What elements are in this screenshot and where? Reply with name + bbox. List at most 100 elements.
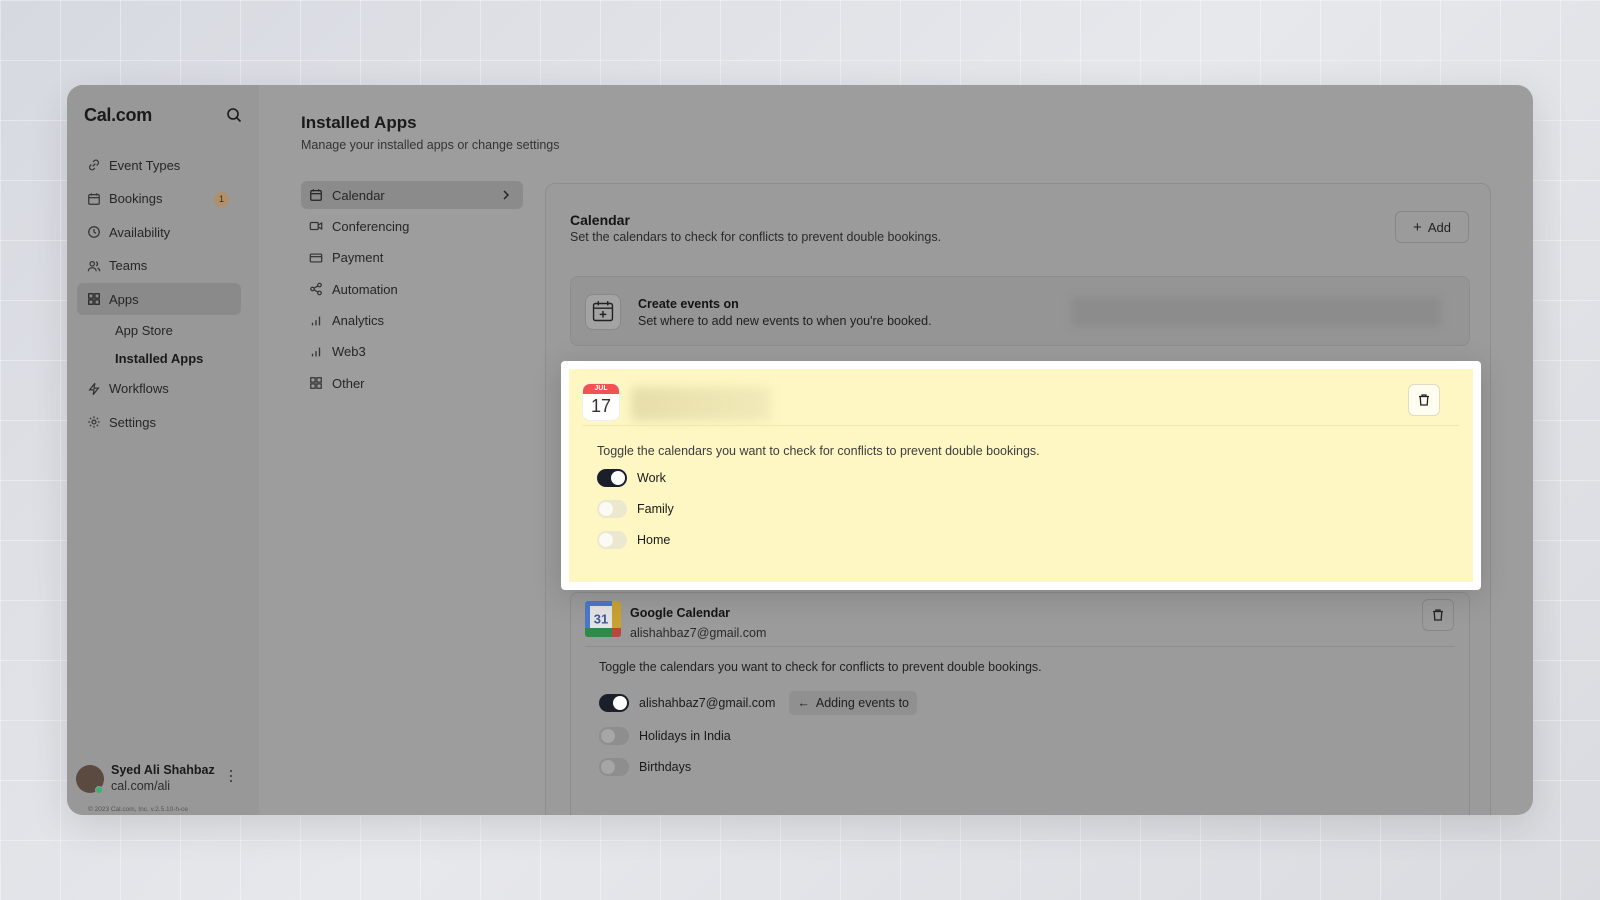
calendar-label: Holidays in India [639,729,731,743]
trash-icon [1419,394,1429,406]
grid-icon [88,293,100,305]
sidebar-subitem-installed-apps[interactable]: Installed Apps [77,345,241,373]
video-icon [309,222,323,231]
panel-subtitle: Set the calendars to check for conflicts… [570,230,942,244]
remove-google-calendar-button[interactable] [1422,599,1454,631]
logo[interactable]: Cal.com [84,105,152,126]
category-other[interactable]: Other [301,369,523,397]
more-vertical-icon[interactable] [229,769,233,783]
category-calendar[interactable]: Calendar [301,181,523,209]
sidebar-item-bookings[interactable]: Bookings 1 [77,183,241,215]
sidebar-item-event-types[interactable]: Event Types [77,149,241,181]
users-icon [87,260,101,271]
sidebar-item-apps[interactable]: Apps [77,283,241,315]
create-events-on-section: Create events on Set where to add new ev… [570,276,1470,346]
create-events-title: Create events on [638,297,739,311]
calendar-label: Family [637,502,674,516]
divider [585,646,1455,647]
sidebar-item-teams[interactable]: Teams [77,250,241,282]
category-automation[interactable]: Automation [301,275,523,303]
grid-icon [310,377,322,390]
apple-calendar-card-highlight: JUL 17 Toggle the calendars you want to … [561,361,1481,590]
sidebar: Cal.com Event Types Bookings 1 Availabil… [67,85,259,815]
category-payment[interactable]: Payment [301,244,523,272]
gear-icon [88,416,100,428]
panel-title: Calendar [570,212,630,228]
adding-events-to-badge: ← Adding events to [789,691,917,715]
copyright-text: © 2023 Cal.com, Inc. v.2.5.10-h-ce [88,806,189,813]
calendar-label: Home [637,533,671,547]
sidebar-item-availability[interactable]: Availability [77,216,241,248]
calendar-toggle-home[interactable] [597,531,627,549]
chevron-right-icon [503,190,510,200]
calendar-label: Work [637,471,666,485]
sidebar-item-label: Bookings [109,191,163,206]
category-label: Payment [332,250,384,266]
google-calendar-description: Toggle the calendars you want to check f… [599,660,1042,674]
category-conferencing[interactable]: Conferencing [301,212,523,240]
category-label: Web3 [332,344,366,360]
credit-card-icon [309,253,323,263]
google-calendar-email: alishahbaz7@gmail.com [630,626,767,640]
category-label: Automation [332,281,398,297]
calendar-toggle-row: Family [597,500,674,518]
divider [583,425,1459,426]
calendar-toggle-family[interactable] [597,500,627,518]
calendar-icon [88,192,100,205]
sidebar-item-label: Settings [109,414,156,430]
category-label: Other [332,375,365,391]
google-calendar-logo: 31 [585,601,621,637]
create-events-subtitle: Set where to add new events to when you'… [638,314,932,328]
sidebar-subitem-app-store[interactable]: App Store [77,317,241,345]
sidebar-item-label: Teams [109,258,148,273]
calendar-label: alishahbaz7@gmail.com [639,696,776,710]
clock-icon [88,226,100,238]
zap-icon [88,382,100,395]
category-label: Calendar [332,187,385,203]
page-title: Installed Apps [301,113,417,132]
apple-calendar-description: Toggle the calendars you want to check f… [597,444,1040,458]
sidebar-item-workflows[interactable]: Workflows [77,373,241,405]
apple-calendar-icon-month: JUL [583,384,619,394]
apple-calendar-account-redacted [631,387,771,421]
calendar-toggle-gmail[interactable] [599,694,629,712]
page-subtitle: Manage your installed apps or change set… [301,138,560,152]
google-calendar-name: Google Calendar [630,606,731,620]
link-icon [89,159,99,171]
category-web3[interactable]: Web3 [301,338,523,366]
bookings-count-badge: 1 [214,191,229,207]
calendar-toggle-row: alishahbaz7@gmail.com ← Adding events to [599,691,917,715]
user-menu[interactable]: Syed Ali Shahbaz cal.com/ali [76,763,246,795]
online-status-dot [95,786,103,794]
calendar-toggle-row: Birthdays [599,758,691,776]
share-icon [310,282,322,296]
apple-calendar-card: JUL 17 Toggle the calendars you want to … [569,369,1473,582]
sidebar-item-label: Event Types [109,157,181,173]
add-calendar-button[interactable]: + Add [1395,211,1469,243]
google-calendar-logo-day: 31 [594,612,608,627]
calendar-toggle-holidays[interactable] [599,727,629,745]
sidebar-item-settings[interactable]: Settings [77,406,241,438]
sidebar-item-label: Availability [109,224,171,240]
remove-apple-calendar-button[interactable] [1408,384,1440,416]
category-label: Conferencing [332,218,410,234]
user-handle: cal.com/ali [111,779,171,793]
sidebar-nav: Event Types Bookings 1 Availability Team… [77,149,241,440]
google-calendar-card: 31 Google Calendar alishahbaz7@gmail.com… [570,592,1470,815]
trash-icon [1433,609,1443,621]
category-analytics[interactable]: Analytics [301,307,523,335]
bar-chart-icon [311,316,321,325]
category-label: Analytics [332,313,385,329]
calendar-toggle-work[interactable] [597,469,627,487]
calendar-toggle-birthdays[interactable] [599,758,629,776]
search-icon[interactable] [226,107,242,123]
sidebar-item-label: Apps [109,291,139,307]
sidebar-item-label: Workflows [109,381,169,396]
plus-icon: + [1413,218,1422,236]
user-name: Syed Ali Shahbaz [111,763,215,777]
adding-events-label: Adding events to [815,696,909,710]
apple-calendar-icon: JUL 17 [583,384,619,420]
calendar-toggle-row: Work [597,469,666,487]
category-list: Calendar Conferencing Payment Automation… [301,181,523,401]
destination-calendar-select[interactable] [1071,297,1441,327]
